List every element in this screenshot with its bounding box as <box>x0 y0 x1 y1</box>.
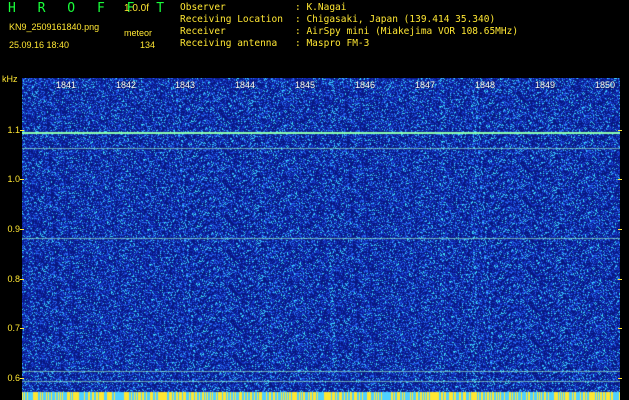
y-tick-label: 0.7 <box>7 323 20 333</box>
info-row-antenna: Receiving antenna: Maspro FM-3 <box>180 38 370 49</box>
y-tick-right <box>618 179 622 180</box>
y-tick-right <box>618 130 622 131</box>
y-tick <box>20 130 24 131</box>
x-tick-label: 1848 <box>475 80 496 90</box>
y-tick-label: 1.0 <box>7 174 20 184</box>
y-tick <box>20 229 24 230</box>
y-tick-right <box>618 279 622 280</box>
y-tick-right <box>618 328 622 329</box>
header-bar: H R O F F T 1.0.0f KN9_2509161840.png me… <box>0 0 629 76</box>
x-tick-label: 1846 <box>355 80 376 90</box>
x-tick-label: 1841 <box>56 80 77 90</box>
y-tick-label: 1.1 <box>7 125 20 135</box>
version-label: 1.0.0f <box>124 3 150 14</box>
info-row-receiver: Receiver: AirSpy mini (Miakejima VOR 108… <box>180 26 519 37</box>
x-tick-label: 1842 <box>116 80 137 90</box>
y-tick <box>20 328 24 329</box>
y-tick-right <box>618 378 622 379</box>
station-info: Observer: K.Nagai Receiving Location: Ch… <box>180 2 518 50</box>
datetime-label: 25.09.16 18:40 <box>9 40 70 50</box>
count-label: 134 <box>140 40 156 50</box>
spectrogram-canvas <box>22 78 620 400</box>
x-tick-label: 1849 <box>535 80 556 90</box>
filename-label: KN9_2509161840.png <box>9 22 100 32</box>
x-tick-label: 1843 <box>175 80 196 90</box>
y-tick-label: 0.8 <box>7 274 20 284</box>
y-tick-label: 0.6 <box>7 373 20 383</box>
x-tick-label: 1845 <box>295 80 316 90</box>
mode-label: meteor <box>124 28 153 38</box>
info-row-location: Receiving Location: Chigasaki, Japan (13… <box>180 14 496 25</box>
y-tick-label: 0.9 <box>7 224 20 234</box>
x-tick-label: 1850 <box>595 80 616 90</box>
y-unit-label: kHz <box>2 74 18 84</box>
info-row-observer: Observer: K.Nagai <box>180 2 347 13</box>
x-tick-label: 1844 <box>235 80 256 90</box>
y-tick <box>20 179 24 180</box>
y-tick <box>20 279 24 280</box>
x-tick-label: 1847 <box>415 80 436 90</box>
y-tick <box>20 378 24 379</box>
y-tick-right <box>618 229 622 230</box>
spectrogram[interactable] <box>22 78 620 400</box>
